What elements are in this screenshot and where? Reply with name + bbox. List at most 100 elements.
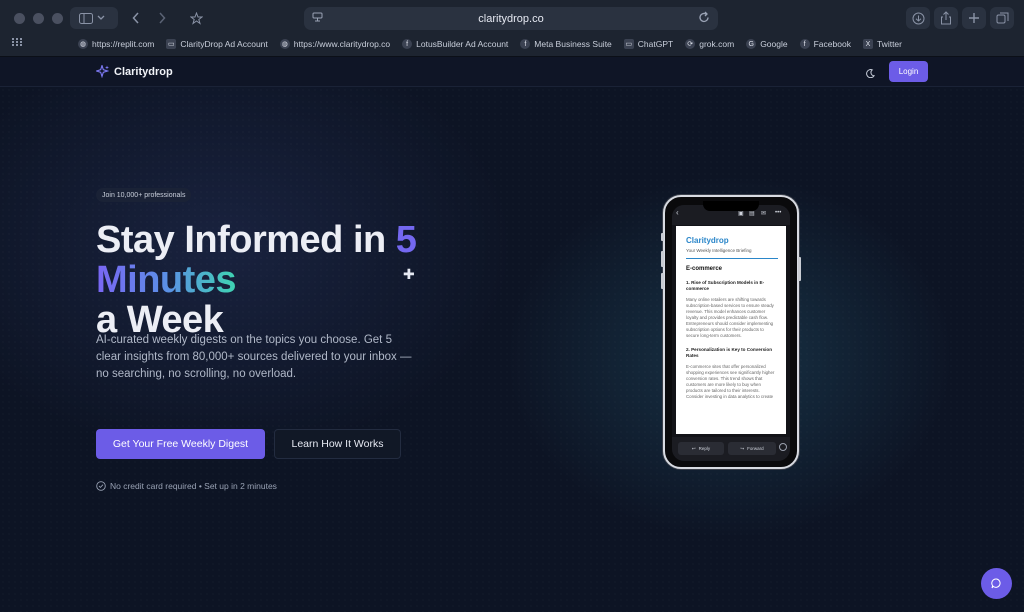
- brand-logo[interactable]: Claritydrop: [96, 65, 173, 78]
- chevron-down-icon: [97, 15, 105, 20]
- bookmark-label: https://replit.com: [92, 39, 155, 49]
- bookmark-item[interactable]: G Google: [746, 39, 788, 49]
- sparkle-icon: [96, 65, 109, 78]
- chat-button[interactable]: [981, 568, 1012, 599]
- bookmark-star-button[interactable]: [184, 7, 208, 29]
- no-card-note: No credit card required • Set up in 2 mi…: [96, 481, 277, 491]
- emoji-icon[interactable]: [779, 443, 787, 451]
- headline-gradient-text: Minutes: [96, 259, 237, 301]
- address-bar[interactable]: claritydrop.co: [304, 7, 718, 30]
- email-preview: Claritydrop Your Weekly Intelligence Bri…: [676, 226, 786, 434]
- landing-page: Claritydrop Login Join 10,000+ professio…: [0, 57, 1024, 612]
- forward-button[interactable]: ↪ Forward: [728, 442, 776, 455]
- headline-text: Stay Informed in: [96, 219, 396, 261]
- bookmark-item[interactable]: f LotusBuilder Ad Account: [402, 39, 508, 49]
- bookmark-item[interactable]: f Meta Business Suite: [520, 39, 612, 49]
- reload-icon[interactable]: [698, 11, 710, 24]
- phone-notch: [703, 201, 759, 211]
- site-header: Claritydrop Login: [0, 57, 1024, 87]
- bookmark-icon: ▭: [166, 39, 177, 49]
- phone-screen: ‹ ▣ ▤ ✉ ••• Claritydrop Your Weekly Inte…: [672, 205, 790, 461]
- bookmark-item[interactable]: ▭ ClarityDrop Ad Account: [166, 39, 268, 49]
- hero-headline: Stay Informed in 5 Minutes a Week: [96, 219, 417, 340]
- more-icon: •••: [775, 210, 782, 216]
- social-proof-badge: Join 10,000+ professionals: [96, 188, 192, 202]
- downloads-button[interactable]: [906, 7, 930, 29]
- bookmark-item[interactable]: ◍ https://replit.com: [78, 39, 154, 49]
- login-button[interactable]: Login: [889, 61, 928, 82]
- star-icon: [189, 11, 203, 25]
- bookmark-label: Facebook: [813, 39, 851, 49]
- bookmark-icon: ▭: [623, 39, 634, 49]
- chevron-right-icon: [159, 12, 166, 24]
- google-icon: G: [746, 39, 757, 49]
- bookmark-label: ChatGPT: [637, 39, 674, 49]
- tab-overview-button[interactable]: [990, 7, 1014, 29]
- facebook-icon: f: [520, 39, 531, 49]
- sidebar-icon: [79, 12, 93, 24]
- phone-side-button: [798, 257, 801, 281]
- reply-label: Reply: [698, 446, 711, 451]
- bookmark-item[interactable]: X Twitter: [862, 39, 902, 49]
- email-brand: Claritydrop: [686, 236, 729, 245]
- note-text: No credit card required • Set up in 2 mi…: [110, 481, 277, 491]
- bookmarks-bar: ◍ https://replit.com ▭ ClarityDrop Ad Acco…: [0, 35, 1024, 53]
- email-tagline: Your Weekly Intelligence Briefing: [686, 248, 778, 259]
- reply-button[interactable]: ↩ Reply: [678, 442, 724, 455]
- bookmark-label: Meta Business Suite: [534, 39, 612, 49]
- chevron-left-icon: [132, 12, 139, 24]
- globe-icon: ◍: [78, 39, 88, 49]
- toolbar-right: [906, 7, 1014, 29]
- phone-side-button: [661, 273, 664, 289]
- site-settings-icon[interactable]: [312, 12, 323, 24]
- facebook-icon: f: [402, 39, 413, 49]
- bookmark-item[interactable]: ◍ https://www.claritydrop.co: [279, 39, 391, 49]
- mail-icon: ✉: [761, 211, 767, 217]
- window-controls: [14, 13, 63, 24]
- email-item-body: Many online retailers are shifting towar…: [686, 297, 774, 338]
- x-icon: X: [862, 39, 873, 49]
- new-tab-button[interactable]: [962, 7, 986, 29]
- brand-name: Claritydrop: [114, 65, 173, 78]
- check-circle-icon: [96, 481, 106, 491]
- plus-icon: [969, 13, 979, 23]
- bookmark-label: grok.com: [699, 39, 735, 49]
- apps-grid-icon[interactable]: [12, 38, 22, 46]
- download-icon: [912, 12, 924, 24]
- bookmark-label: https://www.claritydrop.co: [293, 39, 391, 49]
- share-button[interactable]: [934, 7, 958, 29]
- bookmark-item[interactable]: ⟳ grok.com: [685, 39, 734, 49]
- back-arrow-icon: ‹: [676, 208, 679, 217]
- forward-button[interactable]: [150, 7, 174, 29]
- learn-how-button[interactable]: Learn How It Works: [274, 429, 401, 459]
- browser-chrome: claritydrop.co ◍ https://replit.com ▭ Clar…: [0, 0, 1024, 57]
- bookmark-item[interactable]: ▭ ChatGPT: [623, 39, 674, 49]
- bookmark-label: LotusBuilder Ad Account: [416, 39, 509, 49]
- trash-icon: ▤: [749, 211, 755, 217]
- chat-bubble-icon: [991, 578, 1001, 589]
- phone-side-button: [661, 233, 664, 241]
- theme-toggle-button[interactable]: [862, 65, 878, 81]
- zoom-window-button[interactable]: [52, 13, 63, 24]
- email-item-body: E-commerce sites that offer personalized…: [686, 364, 775, 399]
- bookmark-label: Twitter: [876, 39, 902, 49]
- minimize-window-button[interactable]: [33, 13, 44, 24]
- email-item-title: 1. Rise of Subscription Models in E-comm…: [686, 280, 765, 291]
- get-digest-button[interactable]: Get Your Free Weekly Digest: [96, 429, 265, 459]
- moon-icon: [865, 68, 875, 78]
- bookmark-label: ClarityDrop Ad Account: [180, 39, 268, 49]
- facebook-icon: f: [799, 39, 810, 49]
- archive-icon: ▣: [738, 211, 744, 217]
- tabs-icon: [996, 12, 1008, 24]
- bookmark-item[interactable]: f Facebook: [799, 39, 851, 49]
- back-button[interactable]: [124, 7, 148, 29]
- email-item-title: 2. Personalization is Key to Conversion …: [686, 347, 773, 358]
- close-window-button[interactable]: [14, 13, 25, 24]
- mail-actions-bar: ↩ Reply ↪ Forward: [672, 437, 790, 461]
- sidebar-toggle-button[interactable]: [70, 7, 118, 29]
- url-text: claritydrop.co: [478, 12, 544, 25]
- headline-number: 5: [395, 219, 417, 261]
- phone-side-button: [661, 251, 664, 267]
- email-section-title: E-commerce: [686, 266, 723, 272]
- reply-icon: ↩: [691, 445, 696, 451]
